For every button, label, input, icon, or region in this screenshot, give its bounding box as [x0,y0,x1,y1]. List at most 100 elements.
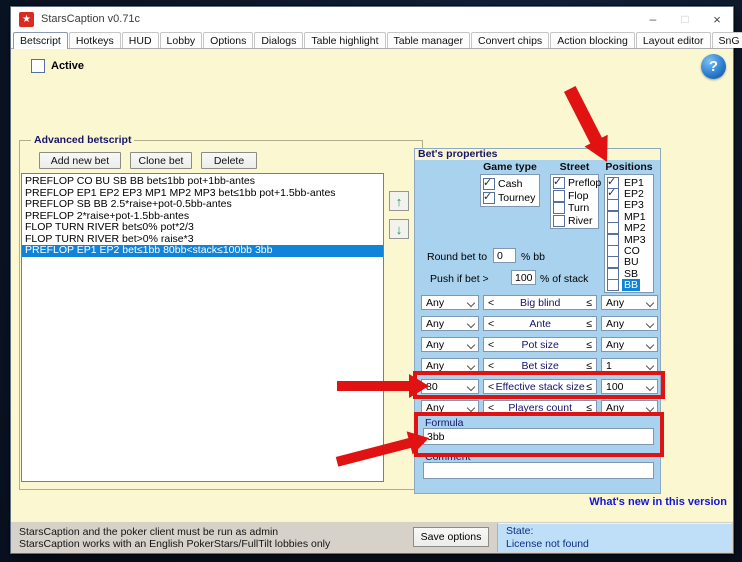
tab-layout-editor[interactable]: Layout editor [636,32,711,48]
big-blind-min-dropdown[interactable]: Any [421,295,479,310]
game-type-cash[interactable]: Cash [483,177,537,191]
effective-stack-range-button[interactable]: <Effective stack size≤ [483,379,597,394]
position-mp1[interactable]: MP1 [607,211,651,222]
bet-size-min-dropdown[interactable]: Any [421,358,479,373]
tab-table-highlight[interactable]: Table highlight [304,32,385,48]
ep3-checkbox[interactable] [607,199,619,211]
position-sb[interactable]: SB [607,268,651,279]
clone-bet-button[interactable]: Clone bet [130,152,192,169]
desktop-background: ★ StarsCaption v0.71c – □ × Betscript Ho… [0,0,742,562]
street-preflop[interactable]: Preflop [553,177,596,190]
ante-min-dropdown[interactable]: Any [421,316,479,331]
maximize-button[interactable]: □ [669,7,701,31]
move-bet-down-button[interactable]: ↓ [389,219,409,239]
players-count-max-dropdown[interactable]: Any [601,400,658,415]
street-turn[interactable]: Turn [553,202,596,215]
cash-label: Cash [498,178,523,190]
bet-size-max-dropdown[interactable]: 1 [601,358,658,373]
tab-sng-registrator[interactable]: SnG registrator [712,32,742,48]
mp3-checkbox[interactable] [607,234,619,246]
mp1-checkbox[interactable] [607,211,619,223]
effective-stack-max-dropdown[interactable]: 100 [601,379,658,394]
tab-hud[interactable]: HUD [122,32,159,48]
position-ep2[interactable]: EP2 [607,188,651,199]
add-new-bet-button[interactable]: Add new bet [39,152,121,169]
comment-input[interactable] [423,462,654,479]
tab-lobby[interactable]: Lobby [160,32,203,48]
tab-betscript[interactable]: Betscript [13,32,68,49]
tab-hotkeys[interactable]: Hotkeys [69,32,121,48]
big-blind-max-dropdown[interactable]: Any [601,295,658,310]
arrow-down-icon: ↓ [396,222,403,237]
whats-new-link[interactable]: What's new in this version [589,496,727,508]
ante-range-button[interactable]: <Ante≤ [483,316,597,331]
tab-dialogs[interactable]: Dialogs [254,32,303,48]
street-flop[interactable]: Flop [553,190,596,203]
title-bar[interactable]: ★ StarsCaption v0.71c – □ × [11,7,733,31]
cash-checkbox[interactable] [483,178,495,190]
round-bet-input[interactable] [493,248,516,263]
tab-convert-chips[interactable]: Convert chips [471,32,549,48]
position-mp3[interactable]: MP3 [607,234,651,245]
game-type-tourney[interactable]: Tourney [483,191,537,205]
tab-action-blocking[interactable]: Action blocking [550,32,635,48]
river-checkbox[interactable] [553,215,565,227]
flop-checkbox[interactable] [553,190,565,202]
betscript-list-item[interactable]: PREFLOP EP1 EP2 bet≤1bb 80bb<stack≤100bb… [22,245,383,257]
mp2-checkbox[interactable] [607,222,619,234]
co-label: CO [622,245,642,257]
ep2-checkbox[interactable] [607,188,619,200]
move-bet-up-button[interactable]: ↑ [389,191,409,211]
active-checkbox-row[interactable]: Active [31,59,84,73]
state-label: State: [506,525,724,538]
app-logo-icon: ★ [19,12,34,27]
ante-max-dropdown[interactable]: Any [601,316,658,331]
position-ep3[interactable]: EP3 [607,200,651,211]
pot-size-range-button[interactable]: <Pot size≤ [483,337,597,352]
effective-stack-min-dropdown[interactable]: 80 [421,379,479,394]
betscript-list[interactable]: PREFLOP CO BU SB BB bet≤1bb pot+1bb-ante… [21,173,384,482]
position-mp2[interactable]: MP2 [607,223,651,234]
delete-bet-button[interactable]: Delete [201,152,257,169]
game-type-box: Cash Tourney [480,174,540,207]
betscript-list-item[interactable]: PREFLOP CO BU SB BB bet≤1bb pot+1bb-ante… [22,176,383,188]
sb-checkbox[interactable] [607,268,619,280]
players-count-range-button[interactable]: <Players count≤ [483,400,597,415]
betscript-list-item[interactable]: FLOP TURN RIVER bet≤0% pot*2/3 [22,222,383,234]
betscript-list-item[interactable]: PREFLOP 2*raise+pot-1.5bb-antes [22,211,383,223]
bet-size-range-button[interactable]: <Bet size≤ [483,358,597,373]
minimize-button[interactable]: – [637,7,669,31]
pot-size-min-dropdown[interactable]: Any [421,337,479,352]
position-bu[interactable]: BU [607,257,651,268]
river-label: River [568,215,593,227]
preflop-checkbox[interactable] [553,177,565,189]
save-options-button[interactable]: Save options [413,527,489,547]
close-button[interactable]: × [701,7,733,31]
active-checkbox[interactable] [31,59,45,73]
tourney-checkbox[interactable] [483,192,495,204]
pot-size-max-dropdown[interactable]: Any [601,337,658,352]
formula-input[interactable] [423,428,654,445]
turn-checkbox[interactable] [553,202,565,214]
position-co[interactable]: CO [607,245,651,256]
tab-table-manager[interactable]: Table manager [387,32,470,48]
bu-checkbox[interactable] [607,256,619,268]
big-blind-range-button[interactable]: <Big blind≤ [483,295,597,310]
ep1-label: EP1 [622,177,646,189]
tab-options[interactable]: Options [203,32,253,48]
bets-properties-label: Bet's properties [415,149,660,160]
position-bb[interactable]: BB [607,280,651,291]
betscript-list-item[interactable]: PREFLOP SB BB 2.5*raise+pot-0.5bb-antes [22,199,383,211]
street-river[interactable]: River [553,215,596,228]
co-checkbox[interactable] [607,245,619,257]
state-value: License not found [506,538,724,551]
positions-header: Positions [601,161,657,173]
help-icon[interactable]: ? [701,54,726,79]
status-line-2: StarsCaption works with an English Poker… [19,538,330,550]
players-count-min-dropdown[interactable]: Any [421,400,479,415]
tab-bar: Betscript Hotkeys HUD Lobby Options Dial… [11,31,733,49]
push-if-input[interactable] [511,270,536,285]
betscript-list-item[interactable]: PREFLOP EP1 EP2 EP3 MP1 MP2 MP3 bet≤1bb … [22,188,383,200]
betscript-list-item[interactable]: FLOP TURN RIVER bet>0% raise*3 [22,234,383,246]
bb-checkbox[interactable] [607,279,619,291]
